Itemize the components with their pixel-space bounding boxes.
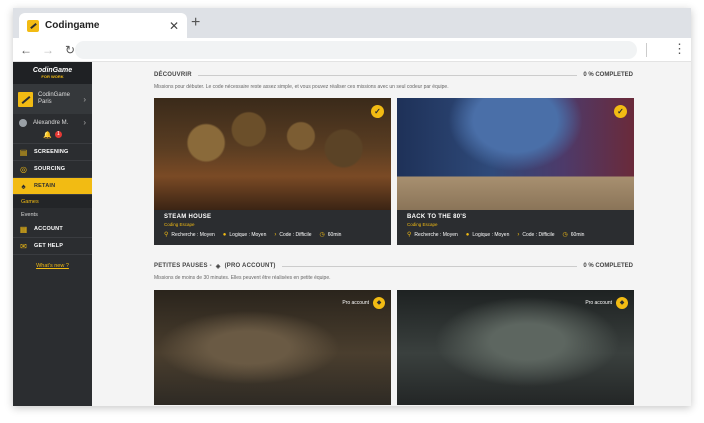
sidebar-item-help[interactable]: ✉ GET HELP [13,238,92,255]
mission-image [154,98,391,210]
mission-stats: ⚲ Recherche : Moyen ● Logique : Moyen › Cod… [407,231,624,239]
section-description: Missions de moins de 30 minutes. Elles p… [154,275,331,281]
account-icon: ▦ [19,224,28,234]
company-name: CodinGame [38,92,71,98]
whats-new-link[interactable]: What's new ? [13,263,92,269]
sidebar: CodinGame FOR WORK CodinGame Paris › Ale… [13,62,92,406]
sourcing-icon: ◎ [20,164,27,174]
check-icon: ✓ [371,105,384,118]
sidebar-item-screening[interactable]: ▤ SCREENING [13,144,92,161]
codingame-logo-icon [27,19,39,32]
mission-info: STEAM HOUSE Coding Escape ⚲ Recherche : M… [154,210,391,245]
stat-duration: 60min [327,231,342,238]
tab-bar: Codingame ✕ + [13,8,691,38]
forward-arrow-icon[interactable]: → [39,43,57,57]
sidebar-item-label: GET HELP [34,243,64,249]
section-title: DÉCOUVRIR [154,72,192,78]
section-divider [197,74,578,76]
mission-type: Coding Escape [164,222,195,227]
stat-logic: Logique : Moyen [472,231,510,238]
sidebar-subitem-games[interactable]: Games [13,195,92,208]
section-description: Missions pour débuter. Le code nécessair… [154,84,449,90]
toolbar-divider [646,43,647,57]
chevron-right-icon: › [83,94,86,104]
mission-title: STEAM HOUSE [164,214,212,220]
screening-icon: ▤ [19,147,28,157]
tab-title: Codingame [45,20,100,31]
check-icon: ✓ [614,105,627,118]
sidebar-item-label: RETAIN [34,183,56,189]
diamond-icon: ◆ [616,297,628,309]
pro-label: Pro account [585,300,612,306]
brand-sub: FOR WORK [41,74,64,79]
company-switcher[interactable]: CodinGame Paris › [13,84,92,114]
browser-tab[interactable]: Codingame ✕ [19,13,187,38]
diamond-icon: ◆ [373,297,385,309]
lightbulb-icon: ● [465,231,470,238]
company-city: Paris [38,99,52,105]
address-bar[interactable] [75,41,637,59]
section-progress: 0 % COMPLETED [583,72,633,78]
mission-card-pause-2[interactable]: Pro account ◆ [397,290,634,405]
user-name: Alexandre M. [33,119,69,126]
back-arrow-icon[interactable]: ← [17,43,35,57]
help-icon: ✉ [20,241,27,251]
close-tab-icon[interactable]: ✕ [169,19,179,33]
mission-stats: ⚲ Recherche : Moyen ● Logique : Moyen › Cod… [164,231,381,239]
diamond-icon: ◈ [215,263,221,270]
main-content: DÉCOUVRIR 0 % COMPLETED Missions pour dé… [92,62,691,406]
browser-menu-icon[interactable]: ⋮ [673,41,686,57]
avatar [19,118,27,127]
sidebar-item-label: SCREENING [34,149,69,155]
mission-card-steam-house[interactable]: ✓ STEAM HOUSE Coding Escape ⚲ Recherche :… [154,98,391,245]
search-icon: ⚲ [164,232,169,238]
notification-badge: 1 [54,131,62,138]
code-icon: › [274,231,277,238]
chevron-right-icon: › [83,118,86,127]
brand-name: CodinGame [32,67,73,74]
stat-logic: Logique : Moyen [229,231,267,238]
sidebar-item-label: ACCOUNT [34,226,63,232]
section-progress: 0 % COMPLETED [583,263,633,269]
pro-label: Pro account [342,300,369,306]
stat-research: Recherche : Moyen [171,231,215,238]
mission-info: BACK TO THE 80'S Coding Escape ⚲ Recherch… [397,210,634,245]
clock-icon: ◷ [319,232,325,238]
section-divider [281,265,578,267]
sidebar-item-label: SOURCING [34,166,66,172]
retain-icon: ♠ [21,181,26,191]
mission-type: Coding Escape [407,222,438,227]
mission-title: BACK TO THE 80'S [407,214,467,220]
brand-logo[interactable]: CodinGame FOR WORK [13,62,92,84]
mission-card-pause-1[interactable]: Pro account ◆ [154,290,391,405]
section-header-discover: DÉCOUVRIR 0 % COMPLETED [154,70,633,80]
search-icon: ⚲ [407,232,412,238]
sidebar-item-account[interactable]: ▦ ACCOUNT [13,221,92,238]
pro-account-badge: Pro account ◆ [342,297,385,309]
pro-account-badge: Pro account ◆ [585,297,628,309]
lightbulb-icon: ● [222,231,227,238]
stat-code: Code : Difficile [279,231,312,238]
stat-duration: 60min [570,231,585,238]
stat-code: Code : Difficile [522,231,555,238]
sidebar-item-retain[interactable]: ♠ RETAIN [13,178,92,195]
bell-icon[interactable]: 🔔 [43,131,52,139]
mission-card-back-to-the-80s[interactable]: ✓ BACK TO THE 80'S Coding Escape ⚲ Recher… [397,98,634,245]
stat-research: Recherche : Moyen [414,231,458,238]
section-title-suffix: (PRO ACCOUNT) [224,263,276,269]
sidebar-item-sourcing[interactable]: ◎ SOURCING [13,161,92,178]
section-header-pauses: PETITES PAUSES - ◈ (PRO ACCOUNT) 0 % COM… [154,261,633,271]
browser-window: Codingame ✕ + ← → ↻ ⋮ CodinGame FOR WORK… [13,8,691,406]
new-tab-icon[interactable]: + [191,14,200,32]
section-title: PETITES PAUSES - [154,263,212,269]
mission-image [397,98,634,210]
code-icon: › [517,231,520,238]
user-profile[interactable]: Alexandre M. › 🔔 1 [13,114,92,144]
sidebar-subitem-events[interactable]: Events [13,208,92,221]
nav-bar: ← → ↻ ⋮ [13,38,691,62]
company-logo-icon [18,91,33,107]
clock-icon: ◷ [562,232,568,238]
